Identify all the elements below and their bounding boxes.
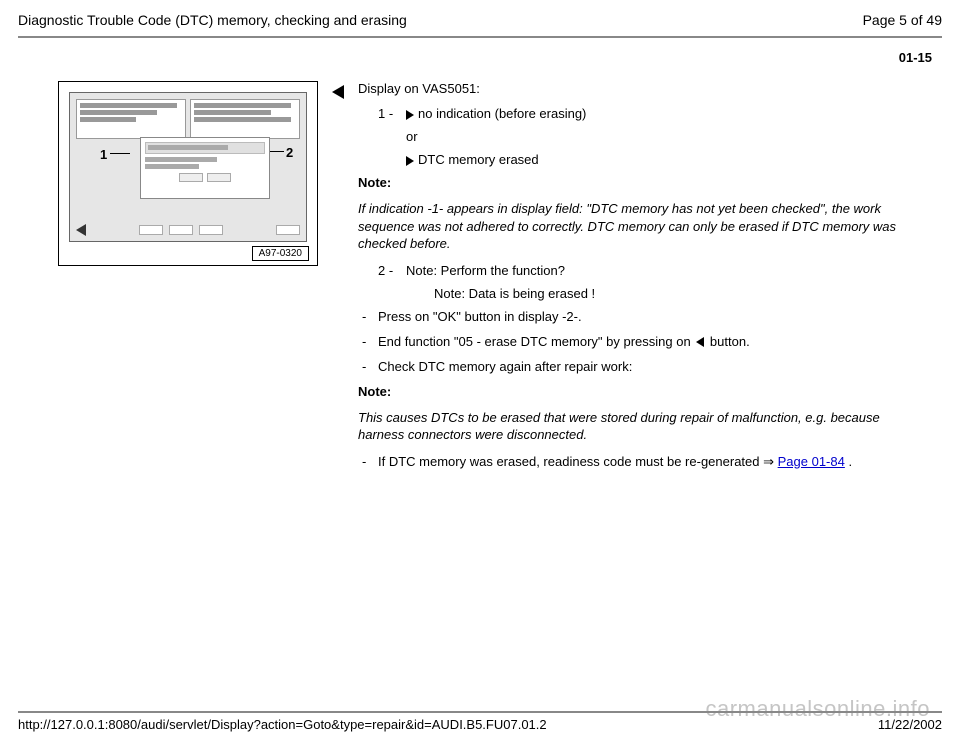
item2-sub: Note: Data is being erased ! bbox=[358, 286, 912, 301]
triangle-bullet-icon bbox=[406, 110, 414, 120]
dash-item-a: - Press on "OK" button in display -2-. bbox=[358, 309, 912, 324]
page-indicator: Page 5 of 49 bbox=[863, 12, 942, 28]
nav-button bbox=[199, 225, 223, 235]
header-rule bbox=[18, 36, 942, 38]
nav-button bbox=[139, 225, 163, 235]
item1-line-b: DTC memory erased bbox=[418, 152, 539, 167]
footer-date: 11/22/2002 bbox=[878, 717, 942, 732]
text-bar bbox=[80, 103, 177, 108]
content-row: 1 2 A97-0320 Display on VAS5051 bbox=[18, 81, 942, 480]
dash-d-text: If DTC memory was erased, readiness code… bbox=[378, 454, 852, 470]
dash-d-pre: If DTC memory was erased, readiness code… bbox=[378, 454, 778, 469]
dash-b-post: button. bbox=[706, 334, 749, 349]
item1-line-a: no indication (before erasing) bbox=[418, 106, 586, 121]
text-bar bbox=[80, 110, 157, 115]
screen-top-panels bbox=[76, 99, 300, 139]
note-body-2: This causes DTCs to be erased that were … bbox=[358, 409, 912, 444]
figure-id-label: A97-0320 bbox=[252, 246, 309, 261]
item2-text: Note: Perform the function? bbox=[406, 263, 565, 278]
left-arrow-icon bbox=[332, 85, 344, 99]
display-heading: Display on VAS5051: bbox=[358, 81, 912, 96]
dash-mark: - bbox=[362, 359, 372, 374]
page-footer: http://127.0.0.1:8080/audi/servlet/Displ… bbox=[18, 711, 942, 732]
list-item-2: 2 - Note: Perform the function? bbox=[358, 263, 912, 278]
callout-1: 1 bbox=[100, 147, 107, 162]
figure-column: 1 2 A97-0320 bbox=[58, 81, 318, 266]
back-triangle-icon bbox=[696, 337, 704, 347]
item-number: 1 - bbox=[378, 106, 400, 121]
panel-right bbox=[190, 99, 300, 139]
dialog-buttons bbox=[145, 173, 265, 182]
callout-2: 2 bbox=[286, 145, 293, 160]
figure-frame: 1 2 A97-0320 bbox=[58, 81, 318, 266]
dash-item-c: - Check DTC memory again after repair wo… bbox=[358, 359, 912, 374]
text-bar bbox=[194, 117, 291, 122]
dash-b-pre: End function "05 - erase DTC memory" by … bbox=[378, 334, 694, 349]
text-bar bbox=[194, 110, 271, 115]
dash-item-d: - If DTC memory was erased, readiness co… bbox=[358, 454, 912, 470]
dialog-box bbox=[140, 137, 270, 199]
dash-mark: - bbox=[362, 454, 372, 470]
note-body: If indication -1- appears in display fie… bbox=[358, 200, 912, 253]
dash-item-b: - End function "05 - erase DTC memory" b… bbox=[358, 334, 912, 349]
vas5051-screen: 1 2 bbox=[69, 92, 307, 242]
dash-a-text: Press on "OK" button in display -2-. bbox=[378, 309, 582, 324]
text-bar bbox=[80, 117, 136, 122]
or-line: or bbox=[358, 129, 912, 144]
text-column: Display on VAS5051: 1 - no indication (b… bbox=[358, 81, 942, 480]
screen-nav-bar bbox=[76, 223, 300, 237]
dialog-line bbox=[145, 164, 199, 169]
dialog-button bbox=[207, 173, 231, 182]
arrow-column bbox=[332, 81, 344, 99]
section-number: 01-15 bbox=[18, 50, 942, 65]
item1-line-b-row: DTC memory erased bbox=[358, 152, 912, 167]
callout-line bbox=[270, 151, 284, 152]
panel-left bbox=[76, 99, 186, 139]
page-header: Diagnostic Trouble Code (DTC) memory, ch… bbox=[18, 12, 942, 28]
nav-button bbox=[169, 225, 193, 235]
back-triangle-icon bbox=[76, 224, 86, 236]
dash-c-text: Check DTC memory again after repair work… bbox=[378, 359, 632, 374]
dialog-line bbox=[145, 157, 217, 162]
text-bar bbox=[194, 103, 291, 108]
dialog-button bbox=[179, 173, 203, 182]
dash-mark: - bbox=[362, 334, 372, 349]
dash-d-post: . bbox=[845, 454, 852, 469]
dialog-title-bar bbox=[145, 142, 265, 154]
item-number: 2 - bbox=[378, 263, 400, 278]
note-heading: Note: bbox=[358, 175, 912, 190]
footer-url: http://127.0.0.1:8080/audi/servlet/Displ… bbox=[18, 717, 547, 732]
item-content: no indication (before erasing) bbox=[406, 106, 586, 121]
nav-button bbox=[276, 225, 300, 235]
triangle-bullet-icon bbox=[406, 156, 414, 166]
note-heading-2: Note: bbox=[358, 384, 912, 399]
doc-title: Diagnostic Trouble Code (DTC) memory, ch… bbox=[18, 12, 407, 28]
dash-b-text: End function "05 - erase DTC memory" by … bbox=[378, 334, 750, 349]
callout-line bbox=[110, 153, 130, 154]
page-link[interactable]: Page 01-84 bbox=[778, 454, 845, 469]
dash-mark: - bbox=[362, 309, 372, 324]
list-item-1: 1 - no indication (before erasing) bbox=[358, 106, 912, 121]
